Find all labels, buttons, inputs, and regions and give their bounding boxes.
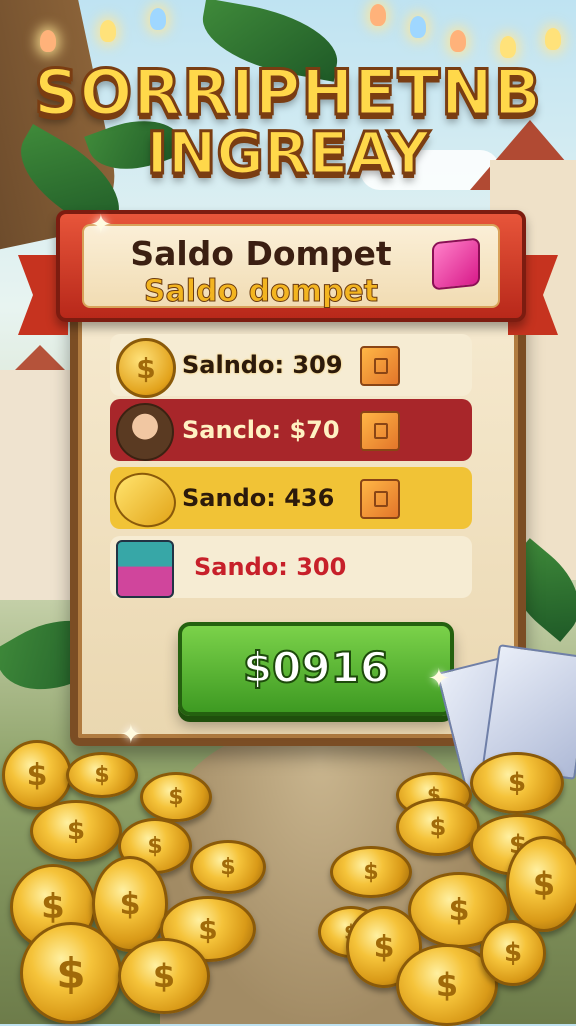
coin-icon: $ [20, 922, 122, 1024]
total-balance-button[interactable]: $0916 [178, 622, 454, 716]
wallet-header-subtitle: Saldo dompet [143, 274, 379, 310]
gift-stack-icon [116, 540, 174, 598]
wallet-header-banner: Saldo Dompet Saldo dompet [56, 210, 526, 322]
light-bulb [410, 16, 426, 38]
coin-icon: $ [30, 800, 122, 862]
balance-row[interactable]: Sando: 300 [110, 536, 472, 598]
coin-icon: $ [506, 836, 576, 932]
balance-row-label: Sanclo: $70 [182, 416, 340, 444]
crate-icon [360, 411, 400, 451]
coin-icon: $ [2, 740, 72, 810]
game-title-line1: SORRIPHETNB [32, 56, 543, 129]
coin-icon: $ [330, 846, 412, 898]
crate-icon [360, 479, 400, 519]
coin-icon: $ [480, 920, 546, 986]
light-bulb [100, 20, 116, 42]
banana-icon [106, 461, 184, 539]
coin-icon: $ [66, 752, 138, 798]
avatar-icon [116, 403, 174, 461]
left-house [0, 370, 70, 600]
coin-icon: $ [396, 798, 480, 856]
light-bulb [370, 4, 386, 26]
balance-row[interactable]: Sanclo: $70 [110, 399, 472, 461]
gem-icon [432, 237, 480, 291]
coin-icon: $ [190, 840, 266, 894]
game-title-line2: INGREAY [145, 119, 431, 187]
wallet-header-plate: Saldo Dompet Saldo dompet [82, 224, 500, 310]
balance-row[interactable]: Sando: 436 [106, 461, 472, 539]
light-bulb [545, 28, 561, 50]
balance-row-label: Sando: 300 [194, 553, 347, 581]
balance-row-label: Salndo: 309 [182, 351, 343, 379]
crate-icon [360, 346, 400, 386]
light-bulb [40, 30, 56, 52]
light-bulb [500, 36, 516, 58]
sparkle-icon: ✦ [428, 664, 450, 694]
balance-row-label: Sando: 436 [182, 484, 335, 512]
coin-icon: $ [116, 338, 176, 398]
sparkle-icon: ✦ [120, 720, 142, 750]
sparkle-icon: ✦ [90, 210, 112, 240]
game-title: SORRIPHETNB INGREAY [0, 56, 576, 187]
light-bulb [450, 30, 466, 52]
balance-row[interactable]: $ Salndo: 309 [110, 334, 472, 398]
light-bulb [150, 8, 166, 30]
coin-icon: $ [470, 752, 564, 814]
coin-icon: $ [140, 772, 212, 822]
coin-icon: $ [118, 938, 210, 1014]
wallet-header-title: Saldo Dompet [130, 234, 392, 273]
string-lights [0, 0, 576, 60]
